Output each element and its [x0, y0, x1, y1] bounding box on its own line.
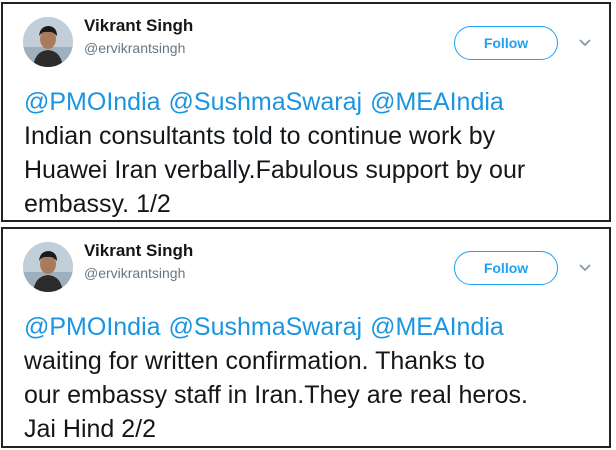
- tweet-text-line: waiting for written confirmation. Thanks…: [24, 347, 485, 375]
- tweet-text-line: our embassy staff in Iran.They are real …: [24, 381, 528, 409]
- tweet-text-line: Huawei Iran verbally.Fabulous support by…: [24, 156, 526, 184]
- tweet-text-line: embassy. 1/2: [24, 190, 171, 218]
- mention-link[interactable]: @MEAIndia: [370, 88, 504, 116]
- tweet-text-line: Jai Hind 2/2: [24, 415, 157, 443]
- tweet-text-line: Indian consultants told to continue work…: [24, 122, 496, 150]
- tweet-text: @PMOIndia @SushmaSwaraj @MEAIndia waiting …: [24, 310, 604, 446]
- mentions-line: @PMOIndia @SushmaSwaraj @MEAIndia: [24, 310, 604, 344]
- mention-link[interactable]: @SushmaSwaraj: [169, 313, 363, 341]
- chevron-down-icon[interactable]: [578, 263, 592, 273]
- avatar[interactable]: [23, 17, 73, 67]
- chevron-down-icon[interactable]: [578, 38, 592, 48]
- mention-link[interactable]: @PMOIndia: [24, 88, 161, 116]
- avatar[interactable]: [23, 242, 73, 292]
- author-handle[interactable]: @ervikrantsingh: [84, 265, 185, 281]
- follow-button[interactable]: Follow: [454, 26, 558, 60]
- follow-button[interactable]: Follow: [454, 251, 558, 285]
- mentions-line: @PMOIndia @SushmaSwaraj @MEAIndia: [24, 85, 604, 119]
- tweet-card-1: Vikrant Singh @ervikrantsingh Follow @PM…: [1, 2, 611, 222]
- author-name[interactable]: Vikrant Singh: [84, 241, 193, 261]
- author-name[interactable]: Vikrant Singh: [84, 16, 193, 36]
- tweet-text: @PMOIndia @SushmaSwaraj @MEAIndia Indian c…: [24, 85, 604, 221]
- mention-link[interactable]: @SushmaSwaraj: [169, 88, 363, 116]
- mention-link[interactable]: @MEAIndia: [370, 313, 504, 341]
- author-handle[interactable]: @ervikrantsingh: [84, 40, 185, 56]
- tweet-card-2: Vikrant Singh @ervikrantsingh Follow @PM…: [1, 227, 611, 448]
- mention-link[interactable]: @PMOIndia: [24, 313, 161, 341]
